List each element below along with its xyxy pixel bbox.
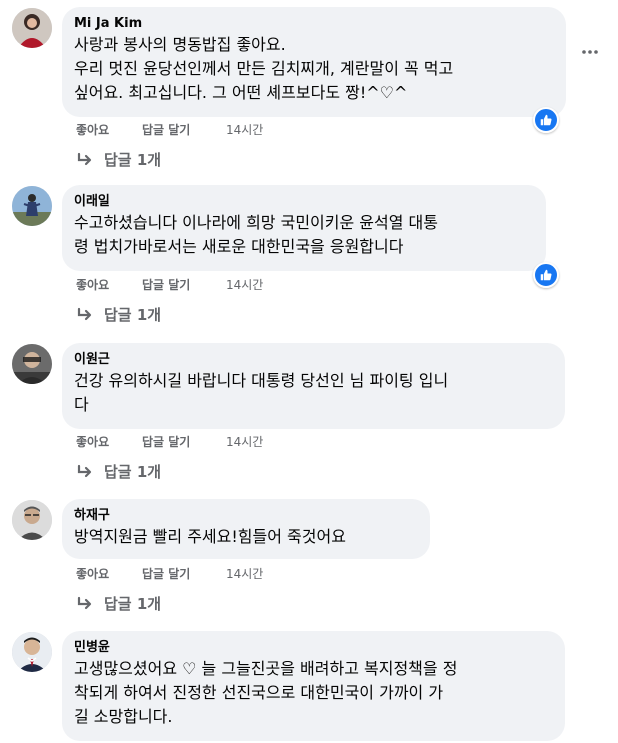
like-button[interactable]: 좋아요 (76, 122, 142, 138)
reply-button[interactable]: 답글 달기 (142, 434, 226, 450)
reply-button[interactable]: 답글 달기 (142, 277, 226, 293)
comment-actions: 좋아요 답글 달기 14시간 (76, 277, 263, 293)
replies-count: 답글 1개 (104, 595, 162, 613)
comment-bubble: 이원근 건강 유의하시길 바랍니다 대통령 당선인 님 파이팅 입니 다 (62, 343, 565, 429)
profile-photo-icon (12, 344, 52, 384)
timestamp[interactable]: 14시간 (226, 434, 263, 450)
reply-arrow-icon (77, 307, 92, 321)
comment-line: 착되게 하여서 진정한 선진국으로 대한민국이 가까이 가 (74, 683, 444, 702)
comment-line: 고생많으셨어요 ♡ 늘 그늘진곳을 배려하고 복지정책을 정 (74, 659, 458, 678)
reply-arrow-icon (77, 464, 92, 478)
comment-line: 령 법치가바로서는 새로운 대한민국을 응원합니다 (74, 237, 404, 256)
view-replies-link[interactable]: 답글 1개 (76, 150, 161, 170)
comment-actions: 좋아요 답글 달기 14시간 (76, 434, 263, 450)
profile-photo-icon (12, 186, 52, 226)
avatar[interactable] (12, 500, 52, 540)
like-reaction-icon[interactable] (533, 262, 559, 288)
view-replies-link[interactable]: 답글 1개 (76, 594, 161, 614)
avatar[interactable] (12, 344, 52, 384)
comment-line: 수고하셨습니다 이나라에 희망 국민이키운 윤석열 대통 (74, 213, 438, 232)
timestamp[interactable]: 14시간 (226, 566, 263, 582)
like-button[interactable]: 좋아요 (76, 566, 142, 582)
comment-bubble: 민병윤 고생많으셨어요 ♡ 늘 그늘진곳을 배려하고 복지정책을 정 착되게 하… (62, 631, 565, 741)
reply-arrow-icon (77, 152, 92, 166)
comment-author[interactable]: 하재구 (74, 507, 418, 524)
comment-bubble: 하재구 방역지원금 빨리 주세요!힘들어 죽것어요 (62, 499, 430, 559)
avatar[interactable] (12, 8, 52, 48)
comment-author[interactable]: 이원근 (74, 351, 553, 368)
profile-photo-icon (12, 632, 52, 672)
comment-line: 사랑과 봉사의 명동밥집 좋아요. (74, 35, 286, 54)
view-replies-link[interactable]: 답글 1개 (76, 305, 161, 325)
more-options-icon[interactable] (578, 40, 602, 64)
comment-text: 수고하셨습니다 이나라에 희망 국민이키운 윤석열 대통 령 법치가바로서는 새… (74, 211, 534, 259)
comment-author[interactable]: Mi Ja Kim (74, 15, 554, 32)
comment-actions: 좋아요 답글 달기 14시간 (76, 566, 263, 582)
comment-text: 고생많으셨어요 ♡ 늘 그늘진곳을 배려하고 복지정책을 정 착되게 하여서 진… (74, 657, 553, 729)
comment-bubble: Mi Ja Kim 사랑과 봉사의 명동밥집 좋아요. 우리 멋진 윤당선인께서… (62, 7, 566, 117)
like-reaction-icon[interactable] (533, 107, 559, 133)
replies-count: 답글 1개 (104, 151, 162, 169)
avatar[interactable] (12, 186, 52, 226)
comment-line: 다 (74, 395, 89, 414)
like-button[interactable]: 좋아요 (76, 434, 142, 450)
avatar[interactable] (12, 632, 52, 672)
comment-line: 건강 유의하시길 바랍니다 대통령 당선인 님 파이팅 입니 (74, 371, 449, 390)
timestamp[interactable]: 14시간 (226, 277, 263, 293)
comment-bubble: 이래일 수고하셨습니다 이나라에 희망 국민이키운 윤석열 대통 령 법치가바로… (62, 185, 546, 271)
timestamp[interactable]: 14시간 (226, 122, 263, 138)
replies-count: 답글 1개 (104, 306, 162, 324)
reply-button[interactable]: 답글 달기 (142, 122, 226, 138)
comment-actions: 좋아요 답글 달기 14시간 (76, 122, 263, 138)
comment-author[interactable]: 이래일 (74, 193, 534, 210)
comment-line: 싶어요. 최고십니다. 그 어떤 셰프보다도 짱!^♡^ (74, 83, 408, 102)
comment-text: 사랑과 봉사의 명동밥집 좋아요. 우리 멋진 윤당선인께서 만든 김치찌개, … (74, 33, 554, 105)
replies-count: 답글 1개 (104, 463, 162, 481)
comment-author[interactable]: 민병윤 (74, 639, 553, 656)
like-button[interactable]: 좋아요 (76, 277, 142, 293)
reply-arrow-icon (77, 596, 92, 610)
reply-button[interactable]: 답글 달기 (142, 566, 226, 582)
comment-line: 우리 멋진 윤당선인께서 만든 김치찌개, 계란말이 꼭 먹고 (74, 59, 454, 78)
comment-text: 건강 유의하시길 바랍니다 대통령 당선인 님 파이팅 입니 다 (74, 369, 553, 417)
profile-photo-icon (12, 500, 52, 540)
comment-line: 길 소망합니다. (74, 707, 173, 726)
view-replies-link[interactable]: 답글 1개 (76, 462, 161, 482)
comment-line: 방역지원금 빨리 주세요!힘들어 죽것어요 (74, 527, 346, 546)
comment-text: 방역지원금 빨리 주세요!힘들어 죽것어요 (74, 525, 418, 549)
profile-photo-icon (12, 8, 52, 48)
